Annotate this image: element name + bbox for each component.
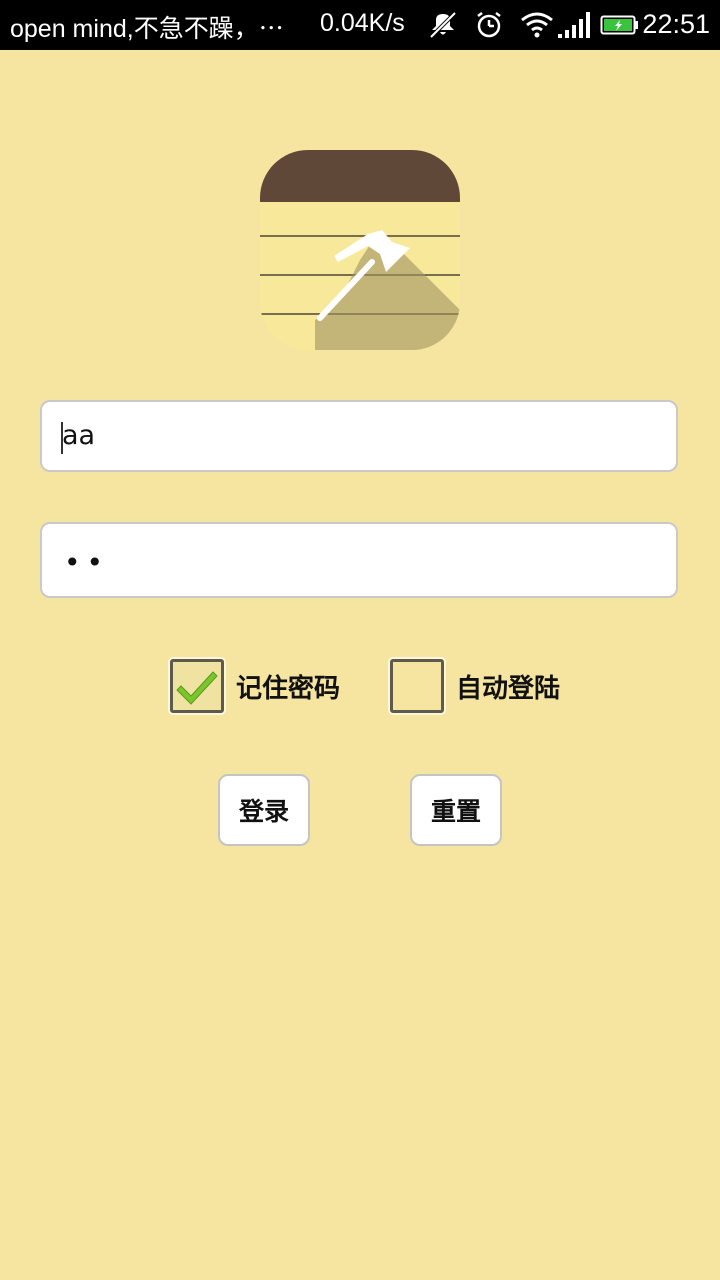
notepad-pin-icon [260,150,460,350]
password-mask: •• [64,546,110,579]
battery-charging-icon [600,15,638,35]
username-input[interactable]: aa [40,400,678,472]
username-value: aa [62,420,96,451]
checkmark-icon [176,671,218,705]
signal-icon [558,12,590,38]
auto-login-checkbox[interactable] [390,659,444,713]
alarm-icon [477,12,501,38]
wifi-icon [521,12,553,38]
notification-text: open mind,不急不躁，⋯ [10,15,284,43]
reset-button[interactable]: 重置 [410,774,502,846]
password-input[interactable]: •• [40,522,678,598]
remember-password-label[interactable]: 记住密码 [236,668,340,705]
auto-login-label[interactable]: 自动登陆 [456,668,560,705]
clock: 22:51 [642,9,710,39]
status-bar: open mind,不急不躁，⋯ 0.04K/s 22:51 [0,0,720,50]
mute-icon [429,11,457,39]
login-button[interactable]: 登录 [218,774,310,846]
net-speed: 0.04K/s [320,9,405,37]
remember-password-checkbox[interactable] [170,659,224,713]
